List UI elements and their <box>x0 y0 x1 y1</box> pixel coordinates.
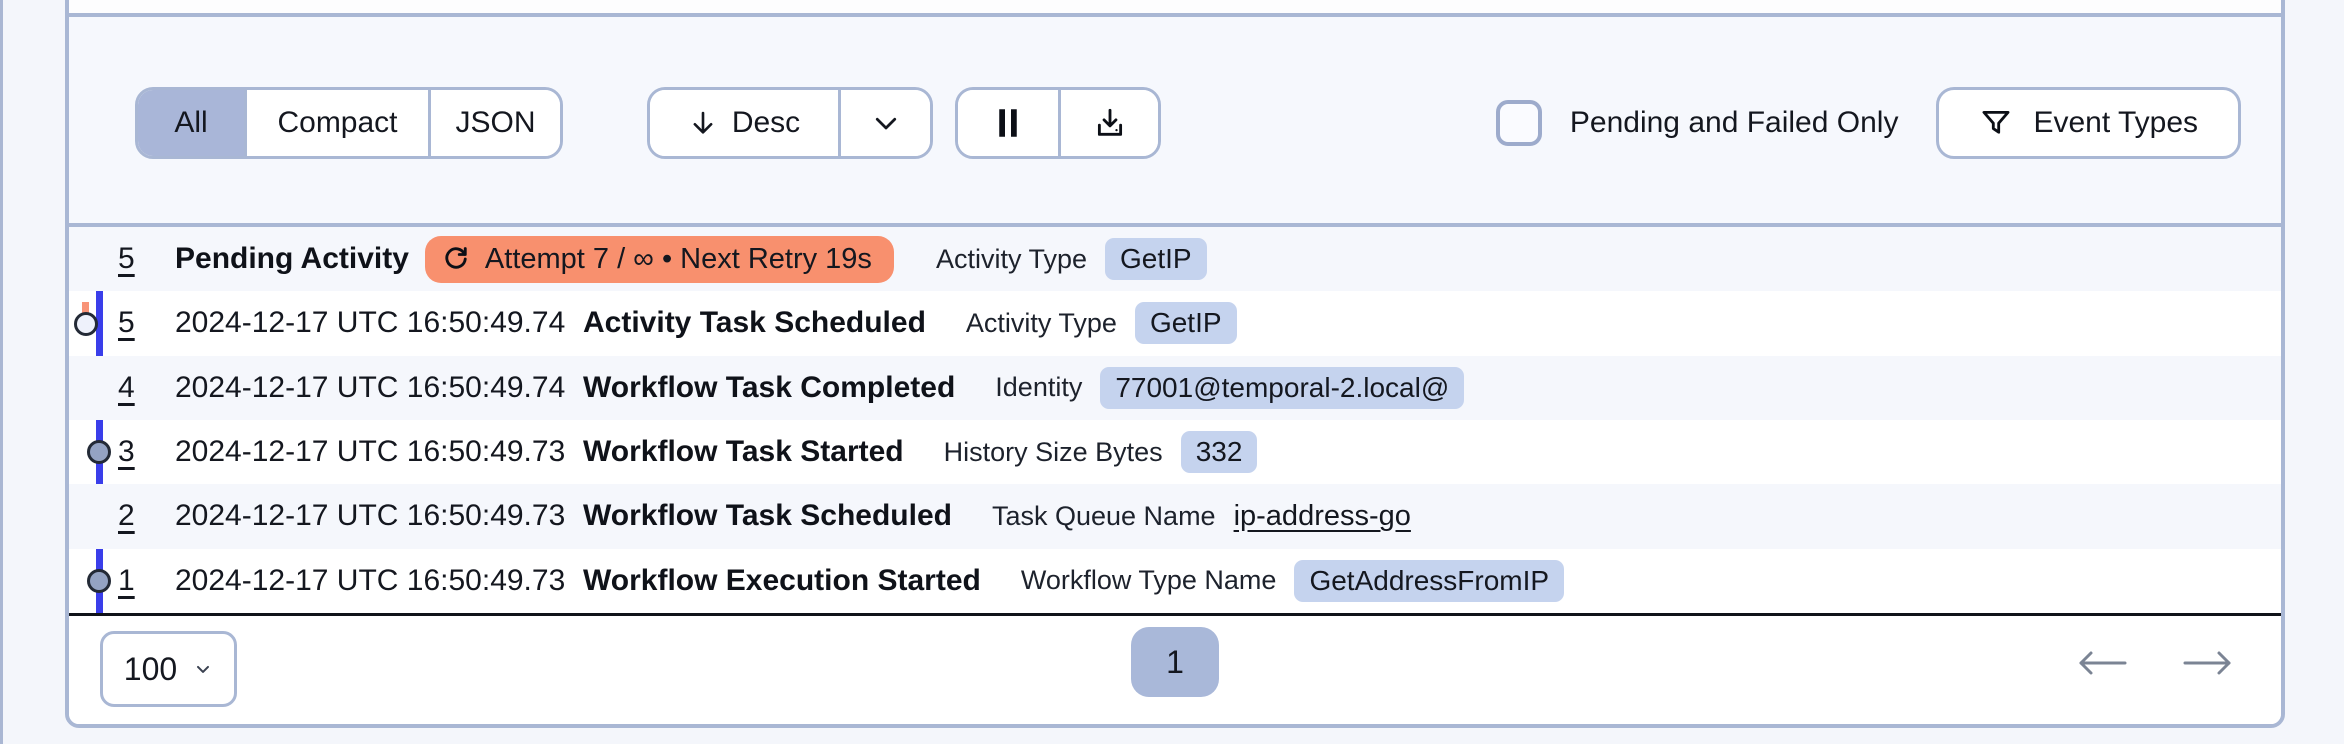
attr-label: Workflow Type Name <box>1020 565 1277 596</box>
retry-status-badge: Attempt 7 / ∞ • Next Retry 19s <box>424 235 894 283</box>
attr-label: Activity Type <box>935 243 1087 274</box>
attr-value-badge: 77001@temporal-2.local@ <box>1100 366 1465 409</box>
retry-icon <box>441 244 471 274</box>
filter-funnel-icon <box>1979 106 2013 140</box>
event-row[interactable]: 5 2024-12-17 UTC 16:50:49.74 Activity Ta… <box>69 291 2281 355</box>
next-page-button[interactable] <box>2179 646 2237 680</box>
event-timestamp: 2024-12-17 UTC 16:50:49.73 <box>175 499 566 533</box>
select-chevron-icon <box>193 659 213 679</box>
tab-all[interactable]: All <box>138 90 244 156</box>
previous-page-button[interactable] <box>2073 646 2131 680</box>
event-id-link[interactable]: 1 <box>118 564 175 598</box>
event-row[interactable]: 3 2024-12-17 UTC 16:50:49.73 Workflow Ta… <box>69 420 2281 484</box>
attr-label: History Size Bytes <box>943 436 1163 467</box>
event-row-pending-activity[interactable]: 5 Pending Activity Attempt 7 / ∞ • Next … <box>69 227 2281 292</box>
pause-button[interactable] <box>958 90 1058 156</box>
event-history-panel: All Compact JSON Desc Pending and Failed… <box>65 0 2285 728</box>
page-number-button[interactable]: 1 <box>1131 627 1219 697</box>
event-name: Workflow Task Started <box>583 435 904 469</box>
attr-label: Identity <box>995 372 1083 403</box>
view-switcher: All Compact JSON <box>135 87 563 159</box>
event-name: Pending Activity <box>175 242 409 276</box>
event-id-link[interactable]: 4 <box>118 371 175 405</box>
event-name: Workflow Task Completed <box>583 370 956 404</box>
event-id-link[interactable]: 5 <box>118 306 175 340</box>
attr-label: Task Queue Name <box>991 500 1216 531</box>
pause-icon <box>993 106 1023 140</box>
download-icon <box>1093 106 1127 140</box>
event-row[interactable]: 4 2024-12-17 UTC 16:50:49.74 Workflow Ta… <box>69 355 2281 420</box>
attr-value-badge: GetIP <box>1105 238 1207 281</box>
retry-badge-text: Attempt 7 / ∞ • Next Retry 19s <box>484 242 872 275</box>
event-row[interactable]: 2 2024-12-17 UTC 16:50:49.73 Workflow Ta… <box>69 484 2281 549</box>
event-types-label: Event Types <box>2033 106 2198 139</box>
event-history-toolbar: All Compact JSON Desc Pending and Failed… <box>69 17 2281 223</box>
sort-desc-button[interactable]: Desc <box>650 90 838 156</box>
tab-json[interactable]: JSON <box>428 90 560 156</box>
event-id-link[interactable]: 2 <box>118 499 175 533</box>
event-timestamp: 2024-12-17 UTC 16:50:49.74 <box>175 370 566 404</box>
screen-edge-divider <box>0 0 3 744</box>
event-row[interactable]: 1 2024-12-17 UTC 16:50:49.73 Workflow Ex… <box>69 549 2281 613</box>
top-strip <box>69 0 2281 13</box>
event-history-table: 5 Pending Activity Attempt 7 / ∞ • Next … <box>69 227 2281 613</box>
chevron-down-icon <box>871 108 901 138</box>
tab-compact[interactable]: Compact <box>244 90 428 156</box>
attr-value-badge: GetIP <box>1134 302 1237 345</box>
page-size-value: 100 <box>123 650 178 687</box>
pending-failed-checkbox[interactable] <box>1495 100 1542 146</box>
event-types-filter-button[interactable]: Event Types <box>1936 87 2241 159</box>
attr-value-badge: 332 <box>1180 431 1258 474</box>
event-timestamp: 2024-12-17 UTC 16:50:49.73 <box>175 435 566 469</box>
attr-value-badge: GetAddressFromIP <box>1294 559 1565 602</box>
event-id-link[interactable]: 3 <box>118 435 175 469</box>
sort-desc-label: Desc <box>731 106 801 139</box>
event-name: Workflow Execution Started <box>583 563 981 597</box>
task-queue-link[interactable]: ip-address-go <box>1234 500 1411 533</box>
page-size-select[interactable]: 100 <box>100 631 237 707</box>
event-id-link[interactable]: 5 <box>118 242 175 276</box>
sort-options-dropdown[interactable] <box>838 90 930 156</box>
event-name: Activity Task Scheduled <box>583 306 926 340</box>
pagination-footer: 100 1 <box>69 616 2281 724</box>
attr-label: Activity Type <box>965 307 1117 338</box>
sort-button-group: Desc <box>647 87 933 159</box>
event-name: Workflow Task Scheduled <box>583 499 952 533</box>
download-button[interactable] <box>1058 90 1158 156</box>
playback-button-group <box>955 87 1161 159</box>
event-timestamp: 2024-12-17 UTC 16:50:49.73 <box>175 563 566 597</box>
arrow-down-icon <box>688 108 718 138</box>
pending-failed-label: Pending and Failed Only <box>1569 106 1899 139</box>
event-timestamp: 2024-12-17 UTC 16:50:49.74 <box>175 306 566 340</box>
filter-controls: Pending and Failed Only Event Types <box>1495 87 2241 159</box>
